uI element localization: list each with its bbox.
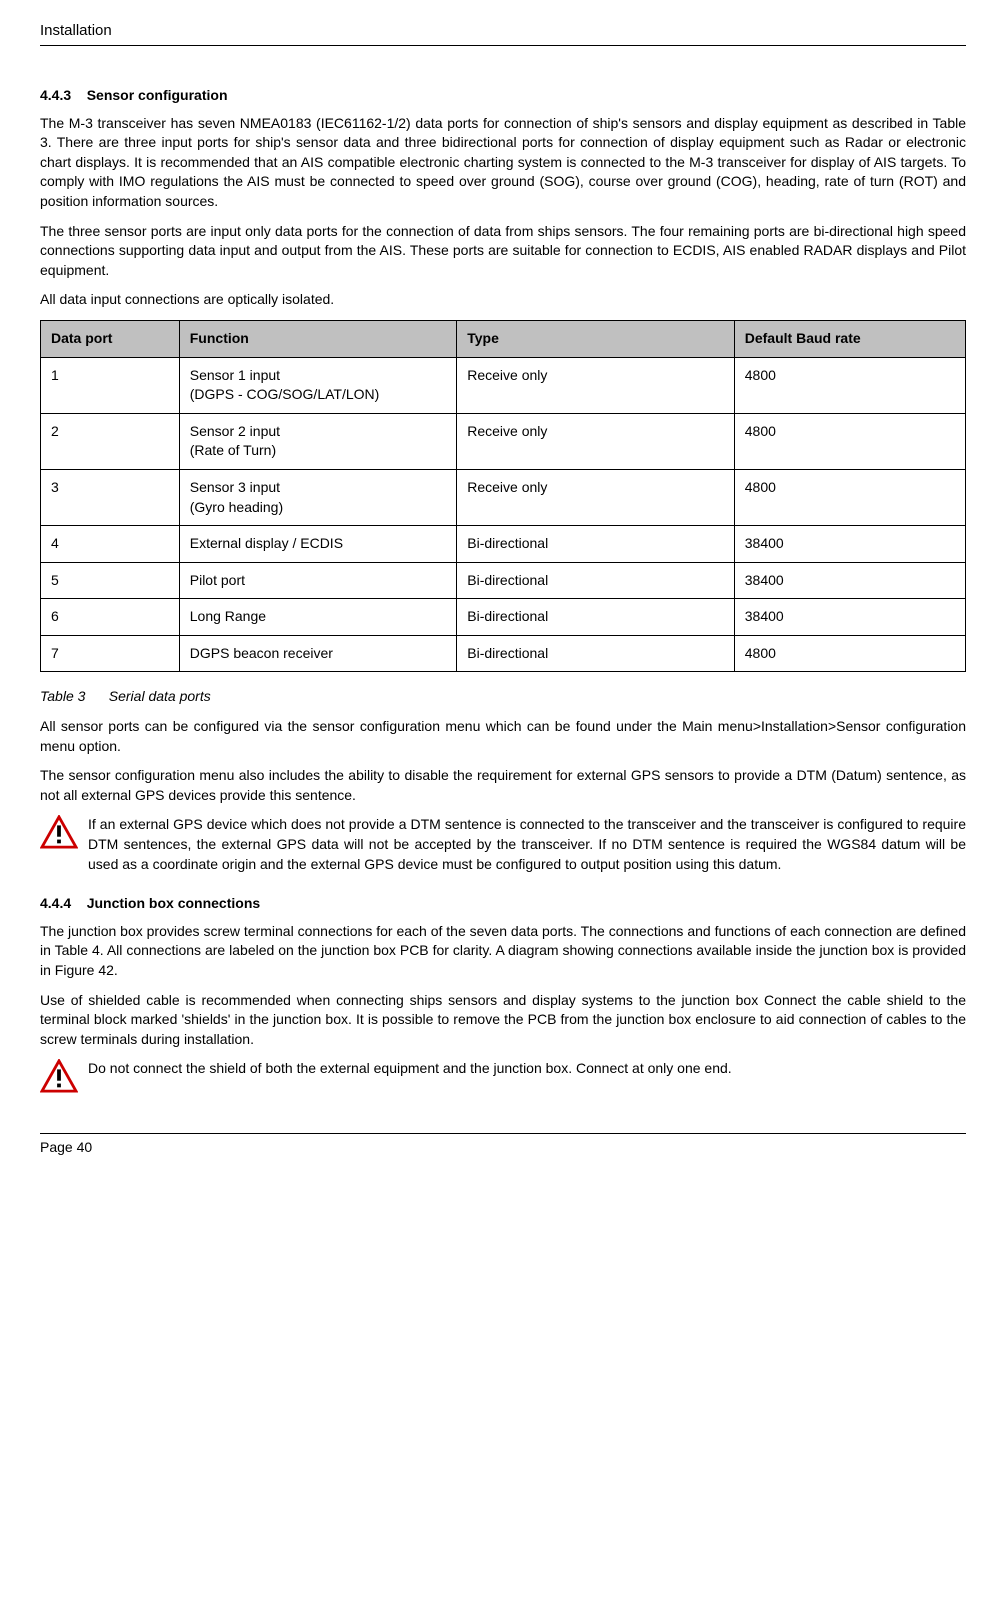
serial-data-ports-table: Data port Function Type Default Baud rat… <box>40 320 966 673</box>
section-title: Sensor configuration <box>87 87 228 103</box>
paragraph: All sensor ports can be configured via t… <box>40 717 966 756</box>
table-cell: 3 <box>41 469 180 525</box>
table-cell: Sensor 3 input(Gyro heading) <box>179 469 457 525</box>
section-heading-junction-box: 4.4.4 Junction box connections <box>40 894 966 914</box>
table-row: 3Sensor 3 input(Gyro heading)Receive onl… <box>41 469 966 525</box>
table-row: 6Long RangeBi-directional38400 <box>41 599 966 636</box>
table-cell: Bi-directional <box>457 562 735 599</box>
table-cell: Bi-directional <box>457 526 735 563</box>
table-cell: 5 <box>41 562 180 599</box>
table-row: 2Sensor 2 input(Rate of Turn)Receive onl… <box>41 413 966 469</box>
table-cell: External display / ECDIS <box>179 526 457 563</box>
table-row: 1Sensor 1 input(DGPS - COG/SOG/LAT/LON)R… <box>41 357 966 413</box>
table-cell: Bi-directional <box>457 635 735 672</box>
table-cell: Pilot port <box>179 562 457 599</box>
page-header: Installation <box>40 20 966 46</box>
table-cell: 38400 <box>734 599 965 636</box>
table-cell: 38400 <box>734 526 965 563</box>
page-number: Page 40 <box>40 1139 92 1155</box>
section-heading-sensor-config: 4.4.3 Sensor configuration <box>40 86 966 106</box>
table-cell: 4800 <box>734 635 965 672</box>
warning-text: If an external GPS device which does not… <box>88 815 966 874</box>
header-title: Installation <box>40 22 112 39</box>
warning-triangle-icon <box>40 815 78 849</box>
table-cell: 1 <box>41 357 180 413</box>
table-row: 5Pilot portBi-directional38400 <box>41 562 966 599</box>
table-header: Data port <box>41 320 180 357</box>
table-cell: Receive only <box>457 469 735 525</box>
table-cell: 4800 <box>734 357 965 413</box>
warning-triangle-icon <box>40 1059 78 1093</box>
paragraph: Use of shielded cable is recommended whe… <box>40 991 966 1050</box>
table-cell: Sensor 1 input(DGPS - COG/SOG/LAT/LON) <box>179 357 457 413</box>
table-cell: Bi-directional <box>457 599 735 636</box>
paragraph: The sensor configuration menu also inclu… <box>40 766 966 805</box>
paragraph: All data input connections are optically… <box>40 290 966 310</box>
table-cell: Long Range <box>179 599 457 636</box>
table-cell: Receive only <box>457 413 735 469</box>
section-title: Junction box connections <box>87 895 260 911</box>
paragraph: The junction box provides screw terminal… <box>40 922 966 981</box>
table-cell: Receive only <box>457 357 735 413</box>
table-cell: 6 <box>41 599 180 636</box>
table-cell: 7 <box>41 635 180 672</box>
table-cell: 4 <box>41 526 180 563</box>
table-cell: Sensor 2 input(Rate of Turn) <box>179 413 457 469</box>
table-row: 7DGPS beacon receiverBi-directional4800 <box>41 635 966 672</box>
section-number: 4.4.4 <box>40 895 71 911</box>
paragraph: The M-3 transceiver has seven NMEA0183 (… <box>40 114 966 212</box>
table-cell: 4800 <box>734 469 965 525</box>
warning-text: Do not connect the shield of both the ex… <box>88 1059 732 1079</box>
warning-block: If an external GPS device which does not… <box>40 815 966 874</box>
table-cell: DGPS beacon receiver <box>179 635 457 672</box>
warning-block: Do not connect the shield of both the ex… <box>40 1059 966 1093</box>
paragraph: The three sensor ports are input only da… <box>40 222 966 281</box>
table-cell: 38400 <box>734 562 965 599</box>
table-header: Type <box>457 320 735 357</box>
table-cell: 2 <box>41 413 180 469</box>
table-caption-label: Table 3 <box>40 688 85 704</box>
table-header: Function <box>179 320 457 357</box>
table-caption-text: Serial data ports <box>109 688 211 704</box>
table-row: 4External display / ECDISBi-directional3… <box>41 526 966 563</box>
page-footer: Page 40 <box>40 1133 966 1158</box>
table-caption: Table 3 Serial data ports <box>40 687 966 707</box>
section-number: 4.4.3 <box>40 87 71 103</box>
table-header: Default Baud rate <box>734 320 965 357</box>
table-cell: 4800 <box>734 413 965 469</box>
